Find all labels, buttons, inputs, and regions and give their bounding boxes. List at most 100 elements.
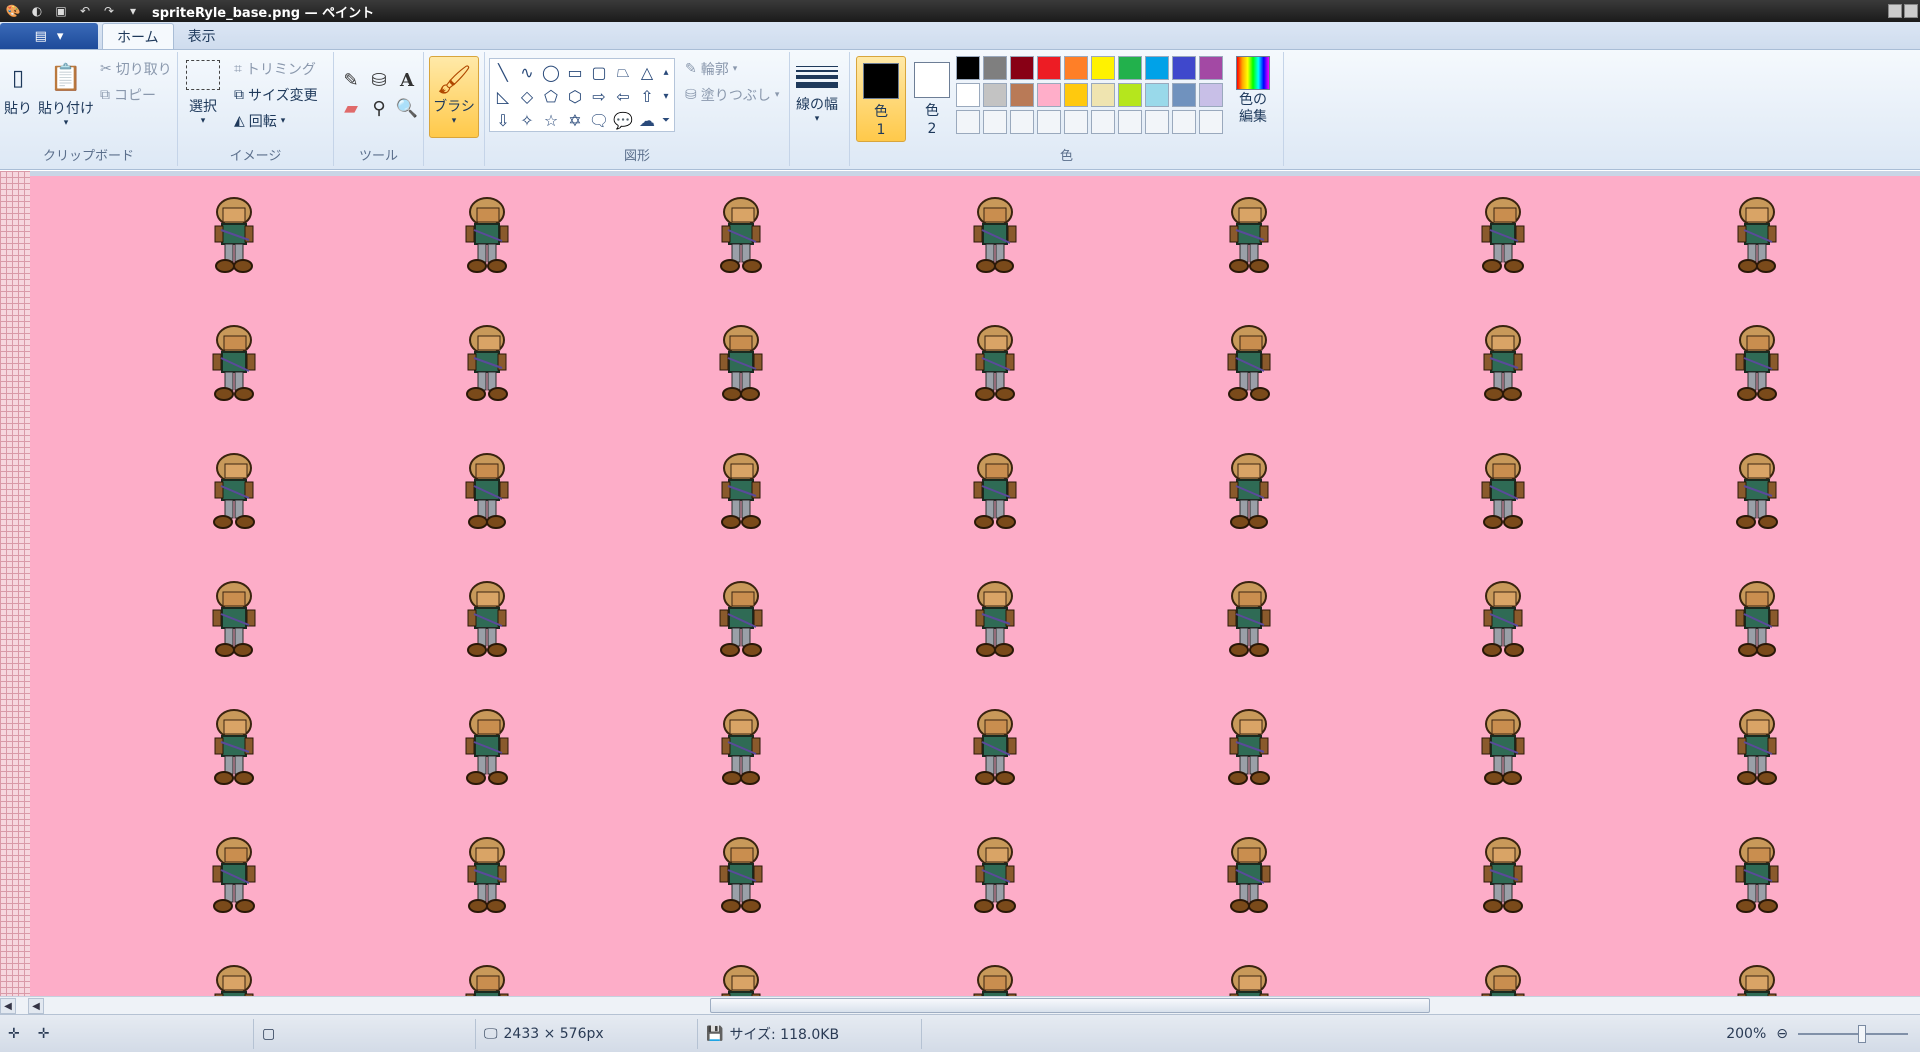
size-button[interactable]: 線の幅 ▾ — [796, 60, 838, 124]
shape-polygon-icon[interactable]: ⏢ — [612, 61, 634, 83]
redo-icon[interactable]: ↷ — [100, 3, 118, 19]
palette-swatch[interactable] — [1199, 110, 1223, 134]
shape-star6-icon[interactable]: ✡ — [564, 109, 586, 131]
palette-swatch[interactable] — [1037, 56, 1061, 80]
palette-swatch[interactable] — [1091, 83, 1115, 107]
palette-swatch[interactable] — [1172, 56, 1196, 80]
scrollbar-thumb[interactable] — [710, 998, 1430, 1013]
drawing-canvas[interactable] — [30, 176, 1920, 996]
sprite-frame — [1474, 322, 1532, 402]
fill-button[interactable]: ⛁ 塗りつぶし ▾ — [685, 84, 779, 106]
customize-qat-icon[interactable]: ▾ — [124, 3, 142, 19]
paint-palette-icon[interactable]: ◐ — [28, 3, 46, 19]
color-picker-icon[interactable]: ⚲ — [366, 96, 392, 120]
palette-swatch[interactable] — [1118, 56, 1142, 80]
tab-home[interactable]: ホーム — [102, 23, 174, 49]
palette-swatch[interactable] — [983, 83, 1007, 107]
cut-button[interactable]: ✂ 切り取り — [100, 58, 172, 80]
shape-arrow-down-icon[interactable]: ⇩ — [492, 109, 514, 131]
palette-swatch[interactable] — [1145, 110, 1169, 134]
palette-swatch[interactable] — [1064, 110, 1088, 134]
shape-rectangle-icon[interactable]: ▭ — [564, 61, 586, 83]
shape-rounded-rect-icon[interactable]: ▢ — [588, 61, 610, 83]
palette-swatch[interactable] — [1199, 56, 1223, 80]
shape-pentagon-icon[interactable]: ⬠ — [540, 85, 562, 107]
pencil-icon[interactable]: ✎ — [338, 68, 364, 92]
shapes-scroll-up-icon[interactable]: ▴ — [658, 61, 674, 83]
horizontal-scrollbar[interactable]: ◀ ◀ — [0, 996, 1920, 1014]
scroll-left-secondary-icon[interactable]: ◀ — [28, 998, 44, 1014]
edit-colors-button[interactable]: 色の 編集 — [1230, 56, 1276, 142]
zoom-out-icon[interactable]: ⊖ — [1776, 1026, 1788, 1042]
palette-swatch[interactable] — [1064, 56, 1088, 80]
palette-swatch[interactable] — [1064, 83, 1088, 107]
shapes-scroll-down-icon[interactable]: ▾ — [658, 85, 674, 107]
save-icon[interactable]: ▣ — [52, 3, 70, 19]
shape-hexagon-icon[interactable]: ⬡ — [564, 85, 586, 107]
shape-right-triangle-icon[interactable]: ◺ — [492, 85, 514, 107]
magnifier-icon[interactable]: 🔍 — [394, 96, 420, 120]
shape-diamond-icon[interactable]: ◇ — [516, 85, 538, 107]
shape-line-icon[interactable]: ╲ — [492, 61, 514, 83]
palette-swatch[interactable] — [1172, 83, 1196, 107]
palette-swatch[interactable] — [956, 110, 980, 134]
fill-bucket-icon[interactable]: ⛁ — [366, 68, 392, 92]
undo-icon[interactable]: ↶ — [76, 3, 94, 19]
image-dimensions: 🖵 2433 × 576px — [476, 1018, 698, 1049]
eraser-icon[interactable]: ▰ — [338, 96, 364, 120]
rotate-button[interactable]: ◭ 回転 ▾ — [234, 110, 285, 132]
tab-view[interactable]: 表示 — [174, 23, 230, 49]
resize-button[interactable]: ⧉ サイズ変更 — [234, 84, 318, 106]
shapes-expand-icon[interactable]: ⏷ — [658, 109, 674, 131]
palette-swatch[interactable] — [1010, 56, 1034, 80]
palette-swatch[interactable] — [1145, 56, 1169, 80]
select-button[interactable]: 選択 ▾ — [186, 60, 220, 126]
brushes-button[interactable]: 🖌 ブラシ ▾ — [429, 56, 479, 138]
shape-star5-icon[interactable]: ☆ — [540, 109, 562, 131]
palette-swatch[interactable] — [1145, 83, 1169, 107]
shape-arrow-right-icon[interactable]: ⇨ — [588, 85, 610, 107]
shape-arrow-up-icon[interactable]: ⇧ — [636, 85, 658, 107]
palette-swatch[interactable] — [956, 83, 980, 107]
shape-star4-icon[interactable]: ✧ — [516, 109, 538, 131]
palette-swatch[interactable] — [956, 56, 980, 80]
palette-swatch[interactable] — [1091, 56, 1115, 80]
outline-button[interactable]: ✎ 輪郭 ▾ — [685, 58, 737, 80]
palette-swatch[interactable] — [983, 110, 1007, 134]
palette-swatch[interactable] — [1199, 83, 1223, 107]
zoom-slider[interactable] — [1798, 1024, 1908, 1043]
palette-swatch[interactable] — [1172, 110, 1196, 134]
shape-callout-cloud-icon[interactable]: ☁ — [636, 109, 658, 131]
scroll-left-icon[interactable]: ◀ — [0, 998, 16, 1014]
palette-swatch[interactable] — [1037, 83, 1061, 107]
palette-swatch[interactable] — [983, 56, 1007, 80]
shape-arrow-left-icon[interactable]: ⇦ — [612, 85, 634, 107]
copy-button[interactable]: ⧉ コピー — [100, 84, 156, 106]
color2-button[interactable]: 色2 — [912, 56, 952, 142]
palette-swatch[interactable] — [1010, 83, 1034, 107]
paste-button[interactable]: 📋 貼り付け ▾ — [38, 58, 94, 128]
palette-swatch[interactable] — [1091, 110, 1115, 134]
paint-app-icon[interactable]: 🎨 — [4, 3, 22, 19]
minimize-button[interactable] — [1888, 4, 1902, 18]
palette-swatch[interactable] — [1010, 110, 1034, 134]
shape-oval-icon[interactable]: ◯ — [540, 61, 562, 83]
clipboard-group: ▯ 貼り 📋 貼り付け ▾ ✂ 切り取り ⧉ コピー クリップボード — [0, 52, 178, 166]
palette-swatch[interactable] — [1118, 83, 1142, 107]
file-menu-button[interactable]: ▤ ▾ — [0, 23, 98, 49]
palette-swatch[interactable] — [1037, 110, 1061, 134]
crop-button[interactable]: ⌗ トリミング — [234, 58, 316, 80]
selection-size: ▢ — [254, 1018, 476, 1049]
shape-triangle-icon[interactable]: △ — [636, 61, 658, 83]
shape-curve-icon[interactable]: ∿ — [516, 61, 538, 83]
zoom-slider-knob[interactable] — [1858, 1024, 1866, 1043]
shape-callout-oval-icon[interactable]: 💬 — [612, 109, 634, 131]
palette-swatch[interactable] — [1118, 110, 1142, 134]
paste-small-button[interactable]: ▯ 貼り — [4, 58, 32, 118]
text-tool-icon[interactable]: A — [394, 68, 420, 92]
restore-button[interactable] — [1904, 4, 1918, 18]
shape-callout-rect-icon[interactable]: 🗨 — [588, 109, 610, 131]
color1-button[interactable]: 色1 — [856, 56, 906, 142]
sprite-frame — [1728, 194, 1786, 274]
cut-label: 切り取り — [115, 62, 172, 78]
